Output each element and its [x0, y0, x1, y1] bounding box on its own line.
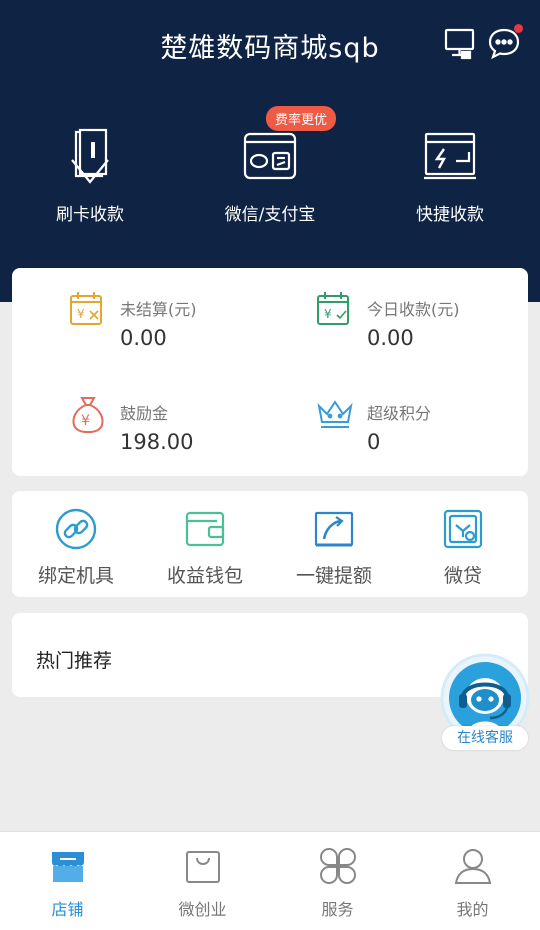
- today-income-stat[interactable]: ¥ 今日收款(元) 0.00: [315, 290, 540, 370]
- tab-mine[interactable]: 我的: [405, 846, 540, 920]
- money-bag-icon: ¥: [72, 397, 104, 434]
- wechat-alipay-button[interactable]: 费率更优 微信/支付宝: [190, 106, 350, 225]
- notification-dot: [514, 24, 523, 33]
- stat-label: 今日收款(元): [367, 300, 460, 319]
- quick-pay-icon: [424, 132, 476, 180]
- user-icon: [454, 849, 491, 884]
- crown-icon: [317, 400, 353, 428]
- super-points-stat[interactable]: 超级积分 0: [315, 394, 540, 474]
- stat-value: 0.00: [120, 326, 167, 350]
- stat-label: 鼓励金: [120, 404, 169, 423]
- raise-limit-button[interactable]: 一键提额: [270, 507, 398, 588]
- unsettled-calendar-icon: ¥: [70, 292, 102, 325]
- stat-value: 0.00: [367, 326, 414, 350]
- svg-text:¥: ¥: [81, 413, 90, 429]
- micro-loan-button[interactable]: 微贷: [399, 507, 527, 588]
- rate-badge: 费率更优: [266, 106, 337, 131]
- wallet-icon: [185, 511, 225, 547]
- recommend-title: 热门推荐: [36, 650, 113, 672]
- bind-device-button[interactable]: 绑定机具: [12, 507, 140, 588]
- svg-text:¥: ¥: [77, 307, 85, 321]
- link-icon: [55, 508, 97, 550]
- services-card: 绑定机具 收益钱包 一键提额 微贷: [12, 491, 528, 597]
- bottom-tab-bar: 店铺 微创业 服务 我的: [0, 831, 540, 930]
- card-payment-button[interactable]: 刷卡收款: [10, 128, 170, 225]
- tab-store[interactable]: 店铺: [0, 846, 135, 920]
- unsettled-stat[interactable]: ¥ 未结算(元) 0.00: [68, 290, 308, 370]
- customer-service-label: 在线客服: [442, 726, 528, 750]
- stat-value: 198.00: [120, 430, 194, 454]
- service-label: 一键提额: [295, 565, 372, 587]
- income-wallet-button[interactable]: 收益钱包: [141, 507, 269, 588]
- quick-actions: 刷卡收款 费率更优 微信/支付宝 快捷收款: [0, 106, 540, 228]
- tab-label: 微创业: [178, 900, 227, 919]
- tab-label: 店铺: [51, 900, 84, 919]
- tab-label: 我的: [456, 900, 489, 919]
- service-label: 绑定机具: [37, 565, 114, 587]
- quick-payment-button[interactable]: 快捷收款: [370, 128, 530, 225]
- tab-startup[interactable]: 微创业: [135, 846, 270, 920]
- store-icon: [51, 852, 84, 882]
- monitor-icon[interactable]: [443, 26, 477, 60]
- tab-services[interactable]: 服务: [270, 846, 405, 920]
- quick-action-label: 刷卡收款: [56, 205, 124, 225]
- stat-label: 未结算(元): [120, 300, 197, 319]
- service-label: 微贷: [443, 565, 482, 587]
- micro-loan-icon: [443, 509, 483, 549]
- raise-limit-icon: [314, 511, 354, 547]
- quick-action-label: 快捷收款: [416, 205, 484, 225]
- tab-label: 服务: [321, 900, 354, 919]
- service-label: 收益钱包: [166, 565, 243, 587]
- today-calendar-icon: ¥: [317, 292, 349, 325]
- card-swipe-icon: [71, 128, 109, 184]
- incentive-stat[interactable]: ¥ 鼓励金 198.00: [68, 394, 308, 474]
- customer-service-button[interactable]: 在线客服: [438, 652, 532, 752]
- quick-action-label: 微信/支付宝: [224, 205, 316, 225]
- stat-value: 0: [367, 430, 381, 454]
- stat-label: 超级积分: [367, 404, 432, 423]
- stats-card: ¥ 未结算(元) 0.00 ¥ 今日收款(元) 0.00 ¥ 鼓励金 198.0…: [12, 268, 528, 476]
- wechat-alipay-icon: [243, 132, 297, 180]
- grid-icon: [319, 848, 356, 884]
- header: 楚雄数码商城sqb 刷卡收款 费率更优 微信/支付宝 快捷收款: [0, 0, 540, 302]
- svg-text:¥: ¥: [324, 307, 332, 321]
- bag-icon: [185, 851, 220, 883]
- chat-icon[interactable]: [487, 24, 523, 60]
